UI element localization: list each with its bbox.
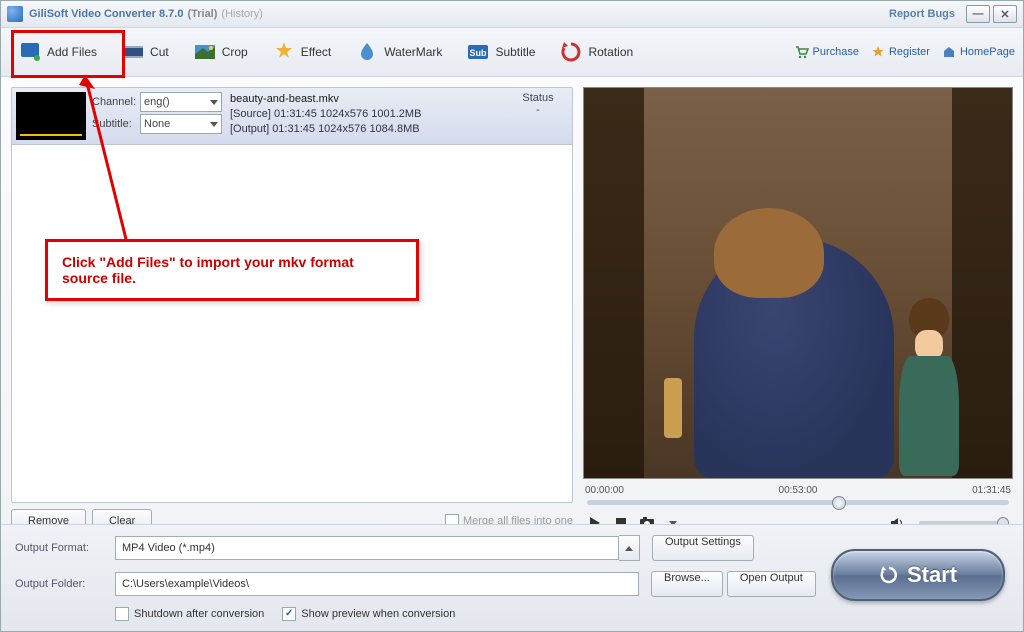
file-output-line: [Output] 01:31:45 1024x576 1084.8MB xyxy=(230,122,498,137)
time-start: 00:00:00 xyxy=(585,485,624,496)
cut-icon xyxy=(121,40,145,64)
time-mid: 00:53:00 xyxy=(779,485,818,496)
file-thumbnail xyxy=(16,92,86,140)
home-icon xyxy=(942,45,956,59)
crop-icon xyxy=(193,40,217,64)
main-toolbar: Add Files Cut Crop Effect WaterMark Sub … xyxy=(1,28,1023,77)
subtitle-select[interactable]: None xyxy=(140,114,222,134)
output-format-label: Output Format: xyxy=(15,542,115,554)
watermark-label: WaterMark xyxy=(384,45,442,59)
shutdown-checkbox[interactable]: Shutdown after conversion xyxy=(115,607,264,621)
app-logo-icon xyxy=(7,6,23,22)
preview-checkbox[interactable]: Show preview when conversion xyxy=(282,607,455,621)
timeline-labels: 00:00:00 00:53:00 01:31:45 xyxy=(585,485,1011,496)
subtitle-icon: Sub xyxy=(466,40,490,64)
file-list-panel: Channel: eng() Subtitle: None beauty-and… xyxy=(11,87,573,533)
triangle-up-icon xyxy=(625,546,633,551)
register-link[interactable]: Register xyxy=(871,45,930,59)
effect-label: Effect xyxy=(301,45,331,59)
cart-icon xyxy=(795,45,809,59)
rotation-button[interactable]: Rotation xyxy=(550,35,642,69)
checkbox-checked-icon xyxy=(282,607,296,621)
effect-button[interactable]: Effect xyxy=(263,35,340,69)
subtitle-label: Subtitle xyxy=(495,45,535,59)
time-end: 01:31:45 xyxy=(972,485,1011,496)
add-files-label: Add Files xyxy=(47,45,97,59)
channel-label: Channel: xyxy=(92,96,140,108)
file-name: beauty-and-beast.mkv xyxy=(230,92,498,107)
refresh-icon xyxy=(879,565,899,585)
add-files-icon xyxy=(18,40,42,64)
effect-icon xyxy=(272,40,296,64)
tutorial-callout: Click "Add Files" to import your mkv for… xyxy=(45,239,419,301)
trial-label: (Trial) xyxy=(187,8,217,20)
report-bugs-link[interactable]: Report Bugs xyxy=(889,8,955,20)
app-title: GiliSoft Video Converter 8.7.0 xyxy=(29,8,183,20)
file-info: beauty-and-beast.mkv [Source] 01:31:45 1… xyxy=(224,88,504,144)
cut-button[interactable]: Cut xyxy=(112,35,178,69)
video-preview[interactable] xyxy=(583,87,1013,479)
preview-frame xyxy=(584,88,1012,478)
subtitle-field-label: Subtitle: xyxy=(92,118,140,130)
star-icon xyxy=(871,45,885,59)
rotation-icon xyxy=(559,40,583,64)
status-value: - xyxy=(508,104,568,116)
rotation-label: Rotation xyxy=(588,45,633,59)
output-format-field[interactable]: MP4 Video (*.mp4) xyxy=(115,536,619,560)
subtitle-button[interactable]: Sub Subtitle xyxy=(457,35,544,69)
main-body: Channel: eng() Subtitle: None beauty-and… xyxy=(1,77,1023,543)
output-folder-field[interactable]: C:\Users\example\Videos\ xyxy=(115,572,639,596)
secondary-links: Purchase Register HomePage xyxy=(795,45,1016,59)
homepage-link[interactable]: HomePage xyxy=(942,45,1015,59)
history-link[interactable]: (History) xyxy=(221,8,263,20)
browse-button[interactable]: Browse... xyxy=(651,571,723,597)
footer: Output Format: MP4 Video (*.mp4) Output … xyxy=(1,524,1023,631)
chevron-down-icon xyxy=(210,122,218,127)
open-output-button[interactable]: Open Output xyxy=(727,571,816,597)
close-button[interactable]: ✕ xyxy=(993,5,1017,23)
crop-label: Crop xyxy=(222,45,248,59)
watermark-button[interactable]: WaterMark xyxy=(346,35,451,69)
file-row[interactable]: Channel: eng() Subtitle: None beauty-and… xyxy=(12,88,572,145)
svg-text:Sub: Sub xyxy=(470,48,488,58)
file-source-line: [Source] 01:31:45 1024x576 1001.2MB xyxy=(230,107,498,122)
options-row: Shutdown after conversion Show preview w… xyxy=(115,607,1009,621)
file-meta: Channel: eng() Subtitle: None xyxy=(90,88,224,144)
file-status: Status - xyxy=(504,88,572,144)
add-files-button[interactable]: Add Files xyxy=(9,35,106,69)
channel-select[interactable]: eng() xyxy=(140,92,222,112)
start-button[interactable]: Start xyxy=(831,549,1005,601)
seek-thumb[interactable] xyxy=(832,496,846,510)
purchase-link[interactable]: Purchase xyxy=(795,45,859,59)
checkbox-icon xyxy=(115,607,129,621)
preview-panel: 00:00:00 00:53:00 01:31:45 xyxy=(583,87,1013,533)
seek-slider[interactable] xyxy=(587,500,1009,505)
output-format-toggle[interactable] xyxy=(619,535,640,561)
output-folder-label: Output Folder: xyxy=(15,578,115,590)
watermark-icon xyxy=(355,40,379,64)
output-settings-button[interactable]: Output Settings xyxy=(652,535,754,561)
chevron-down-icon xyxy=(210,100,218,105)
minimize-button[interactable]: — xyxy=(966,5,990,23)
status-header: Status xyxy=(508,92,568,104)
cut-label: Cut xyxy=(150,45,169,59)
title-bar: GiliSoft Video Converter 8.7.0 (Trial) (… xyxy=(1,1,1023,28)
crop-button[interactable]: Crop xyxy=(184,35,257,69)
app-window: GiliSoft Video Converter 8.7.0 (Trial) (… xyxy=(0,0,1024,632)
